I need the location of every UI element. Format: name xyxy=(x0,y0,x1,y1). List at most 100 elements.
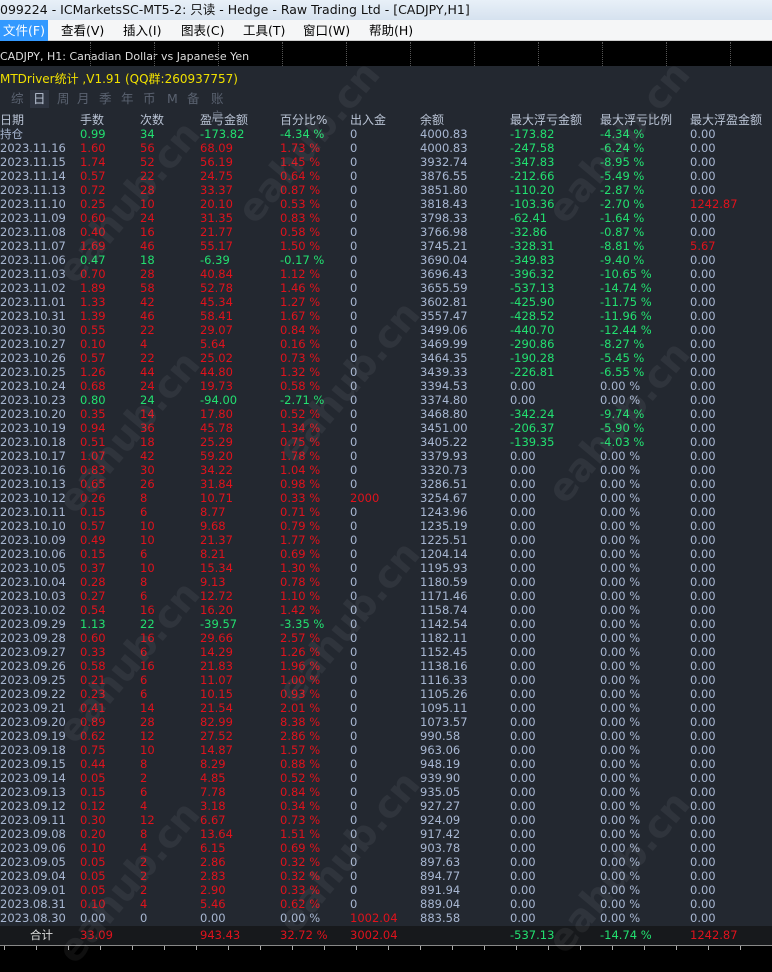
table-row[interactable]: 2023.10.03 0.27 6 12.72 1.10 % 0 1171.46 0.00 0.… xyxy=(0,589,772,603)
table-row[interactable]: 2023.11.13 0.72 28 33.37 0.87 % 0 3851.80 -110.… xyxy=(0,183,772,197)
table-row[interactable]: 2023.09.21 0.41 14 21.54 2.01 % 0 1095.11 0.00 0… xyxy=(0,701,772,715)
table-row[interactable]: 2023.11.01 1.33 42 45.34 1.27 % 0 3602.81 -425.… xyxy=(0,295,772,309)
cell-0: 2023.09.06 xyxy=(0,841,66,855)
column-header[interactable]: 次数 xyxy=(140,113,164,127)
table-row[interactable]: 2023.09.12 0.12 4 3.18 0.34 % 0 927.27 0.00 0.00… xyxy=(0,799,772,813)
table-row[interactable]: 2023.09.25 0.21 6 11.07 1.00 % 0 1116.33 0.00 0.… xyxy=(0,673,772,687)
menu-item[interactable]: 插入(I) xyxy=(120,20,164,41)
cell-0: 2023.11.13 xyxy=(0,183,66,197)
table-row[interactable]: 2023.09.05 0.05 2 2.86 0.32 % 0 897.63 0.00 0.00… xyxy=(0,855,772,869)
cell-3: 9.13 xyxy=(200,575,226,589)
cell-2: 22 xyxy=(140,169,155,183)
cell-7: 0.00 xyxy=(510,757,536,771)
cell-9: 0.00 xyxy=(690,911,716,925)
table-row[interactable]: 2023.09.04 0.05 2 2.83 0.32 % 0 894.77 0.00 0.00… xyxy=(0,869,772,883)
cell-7: -440.70 xyxy=(510,323,555,337)
table-row[interactable]: 2023.09.08 0.20 8 13.64 1.51 % 0 917.42 0.00 0.0… xyxy=(0,827,772,841)
table-row[interactable]: 2023.11.06 0.47 18 -6.39 -0.17 % 0 3690.04 -349… xyxy=(0,253,772,267)
column-header[interactable]: 日期 xyxy=(0,113,24,127)
table-row[interactable]: 2023.11.15 1.74 52 56.19 1.45 % 0 3932.74 -347.… xyxy=(0,155,772,169)
table-row[interactable]: 2023.09.29 1.13 22 -39.57 -3.35 % 0 1142.54 0.0… xyxy=(0,617,772,631)
table-row[interactable]: 2023.10.25 1.26 44 44.80 1.32 % 0 3439.33 -226.… xyxy=(0,365,772,379)
table-row[interactable]: 2023.09.01 0.05 2 2.90 0.33 % 0 891.94 0.00 0.00… xyxy=(0,883,772,897)
tab-1[interactable]: 日 xyxy=(30,90,49,108)
column-header[interactable]: 最大浮亏比例 xyxy=(600,113,672,127)
axis-tick xyxy=(68,946,69,950)
tab-8[interactable]: 备 xyxy=(184,90,203,108)
table-row[interactable]: 2023.09.22 0.23 6 10.15 0.93 % 0 1105.26 0.00 0.… xyxy=(0,687,772,701)
table-row[interactable]: 2023.11.09 0.60 24 31.35 0.83 % 0 3798.33 -62.4… xyxy=(0,211,772,225)
table-row[interactable]: 2023.10.06 0.15 6 8.21 0.69 % 0 1204.14 0.00 0.0… xyxy=(0,547,772,561)
table-row[interactable]: 2023.09.13 0.15 6 7.78 0.84 % 0 935.05 0.00 0.00… xyxy=(0,785,772,799)
table-row[interactable]: 2023.09.14 0.05 2 4.85 0.52 % 0 939.90 0.00 0.00… xyxy=(0,771,772,785)
menu-item[interactable]: 文件(F) xyxy=(0,20,48,41)
menu-item[interactable]: 工具(T) xyxy=(240,20,288,41)
table-row[interactable]: 2023.09.20 0.89 28 82.99 8.38 % 0 1073.57 0.00 0… xyxy=(0,715,772,729)
table-row[interactable]: 2023.10.02 0.54 16 16.20 1.42 % 0 1158.74 0.00 0… xyxy=(0,603,772,617)
axis-tick xyxy=(708,946,709,950)
cell-4: 0.73 % xyxy=(280,351,321,365)
table-row[interactable]: 2023.10.27 0.10 4 5.64 0.16 % 0 3469.99 -290.86… xyxy=(0,337,772,351)
table-row[interactable]: 2023.10.18 0.51 18 25.29 0.75 % 0 3405.22 -139.… xyxy=(0,435,772,449)
table-row[interactable]: 2023.10.20 0.35 14 17.80 0.52 % 0 3468.80 -342.… xyxy=(0,407,772,421)
table-row[interactable]: 2023.10.30 0.55 22 29.07 0.84 % 0 3499.06 -440.… xyxy=(0,323,772,337)
tab-3[interactable]: 月 xyxy=(74,90,93,108)
menu-item[interactable]: 帮助(H) xyxy=(366,20,416,41)
cell-4: 0.32 % xyxy=(280,869,321,883)
table-row[interactable]: 2023.11.16 1.60 56 68.09 1.73 % 0 4000.83 -247.… xyxy=(0,141,772,155)
table-row[interactable]: 2023.10.13 0.65 26 31.84 0.98 % 0 3286.51 0.00 0… xyxy=(0,477,772,491)
table-row[interactable]: 2023.11.14 0.57 22 24.75 0.64 % 0 3876.55 -212.… xyxy=(0,169,772,183)
table-row[interactable]: 2023.09.18 0.75 10 14.87 1.57 % 0 963.06 0.00 0.… xyxy=(0,743,772,757)
column-header[interactable]: 盈亏金额 xyxy=(200,113,248,127)
table-row[interactable]: 2023.11.07 1.69 46 55.17 1.50 % 0 3745.21 -328.… xyxy=(0,239,772,253)
tab-6[interactable]: 币 xyxy=(140,90,159,108)
total-cell-9: 1242.87 xyxy=(690,928,738,942)
tab-0[interactable]: 综 xyxy=(8,90,27,108)
table-row[interactable]: 2023.09.06 0.10 4 6.15 0.69 % 0 903.78 0.00 0.00… xyxy=(0,841,772,855)
table-row[interactable]: 2023.10.26 0.57 22 25.02 0.73 % 0 3464.35 -190.… xyxy=(0,351,772,365)
menu-item[interactable]: 图表(C) xyxy=(178,20,227,41)
table-row[interactable]: 2023.10.16 0.83 30 34.22 1.04 % 0 3320.73 0.00 0… xyxy=(0,463,772,477)
tab-4[interactable]: 季 xyxy=(96,90,115,108)
table-row[interactable]: 2023.10.12 0.26 8 10.71 0.33 % 2000 3254.67 0.0… xyxy=(0,491,772,505)
cell-7: 0.00 xyxy=(510,505,536,519)
table-row[interactable]: 2023.09.11 0.30 12 6.67 0.73 % 0 924.09 0.00 0.0… xyxy=(0,813,772,827)
menu-item[interactable]: 查看(V) xyxy=(58,20,107,41)
table-row[interactable]: 2023.10.24 0.68 24 19.73 0.58 % 0 3394.53 0.00 0… xyxy=(0,379,772,393)
column-header[interactable]: 最大浮亏金额 xyxy=(510,113,582,127)
table-row[interactable]: 2023.10.11 0.15 6 8.77 0.71 % 0 1243.96 0.00 0.0… xyxy=(0,505,772,519)
table-row[interactable]: 持仓 0.99 34 -173.82 -4.34 % 0 4000.83 -173.82 -4.… xyxy=(0,127,772,141)
table-row[interactable]: 2023.11.10 0.25 10 20.10 0.53 % 0 3818.43 -103.… xyxy=(0,197,772,211)
menu-item[interactable]: 窗口(W) xyxy=(300,20,353,41)
table-row[interactable]: 2023.09.27 0.33 6 14.29 1.26 % 0 1152.45 0.00 0.… xyxy=(0,645,772,659)
table-row[interactable]: 2023.09.15 0.44 8 8.29 0.88 % 0 948.19 0.00 0.00… xyxy=(0,757,772,771)
table-row[interactable]: 2023.10.09 0.49 10 21.37 1.77 % 0 1225.51 0.00 0… xyxy=(0,533,772,547)
axis-tick xyxy=(740,946,741,950)
table-row[interactable]: 2023.09.26 0.58 16 21.83 1.96 % 0 1138.16 0.00 0… xyxy=(0,659,772,673)
table-row[interactable]: 2023.09.19 0.62 12 27.52 2.86 % 0 990.58 0.00 0.… xyxy=(0,729,772,743)
tab-7[interactable]: M xyxy=(164,90,181,108)
column-header[interactable]: 手数 xyxy=(80,113,104,127)
table-row[interactable]: 2023.11.03 0.70 28 40.84 1.12 % 0 3696.43 -396.… xyxy=(0,267,772,281)
cell-0: 2023.09.08 xyxy=(0,827,66,841)
table-row[interactable]: 2023.09.28 0.60 16 29.66 2.57 % 0 1182.11 0.00 0… xyxy=(0,631,772,645)
tab-2[interactable]: 周 xyxy=(54,90,73,108)
table-row[interactable]: 2023.08.30 0.00 0 0.00 0.00 % 1002.04 883.58 0.… xyxy=(0,911,772,925)
column-header[interactable]: 出入金 xyxy=(350,113,386,127)
table-row[interactable]: 2023.11.02 1.89 58 52.78 1.46 % 0 3655.59 -537.… xyxy=(0,281,772,295)
table-row[interactable]: 2023.10.05 0.37 10 15.34 1.30 % 0 1195.93 0.00 0… xyxy=(0,561,772,575)
column-header[interactable]: 百分比% xyxy=(280,113,327,127)
table-row[interactable]: 2023.08.31 0.10 4 5.46 0.62 % 0 889.04 0.00 0.00… xyxy=(0,897,772,911)
table-row[interactable]: 2023.10.19 0.94 36 45.78 1.34 % 0 3451.00 -206.… xyxy=(0,421,772,435)
table-row[interactable]: 2023.10.04 0.28 8 9.13 0.78 % 0 1180.59 0.00 0.0… xyxy=(0,575,772,589)
cell-4: 0.75 % xyxy=(280,435,321,449)
tab-5[interactable]: 年 xyxy=(118,90,137,108)
table-row[interactable]: 2023.10.23 0.80 24 -94.00 -2.71 % 0 3374.80 0.0… xyxy=(0,393,772,407)
table-row[interactable]: 2023.10.17 1.07 42 59.20 1.78 % 0 3379.93 0.00 0… xyxy=(0,449,772,463)
table-row[interactable]: 2023.11.08 0.40 16 21.77 0.58 % 0 3766.98 -32.8… xyxy=(0,225,772,239)
cell-6: 3469.99 xyxy=(420,337,468,351)
table-row[interactable]: 2023.10.10 0.57 10 9.68 0.79 % 0 1235.19 0.00 0.… xyxy=(0,519,772,533)
column-header[interactable]: 最大浮盈金额 xyxy=(690,113,762,127)
table-row[interactable]: 2023.10.31 1.39 46 58.41 1.67 % 0 3557.47 -428.… xyxy=(0,309,772,323)
column-header[interactable]: 余额 xyxy=(420,113,444,127)
